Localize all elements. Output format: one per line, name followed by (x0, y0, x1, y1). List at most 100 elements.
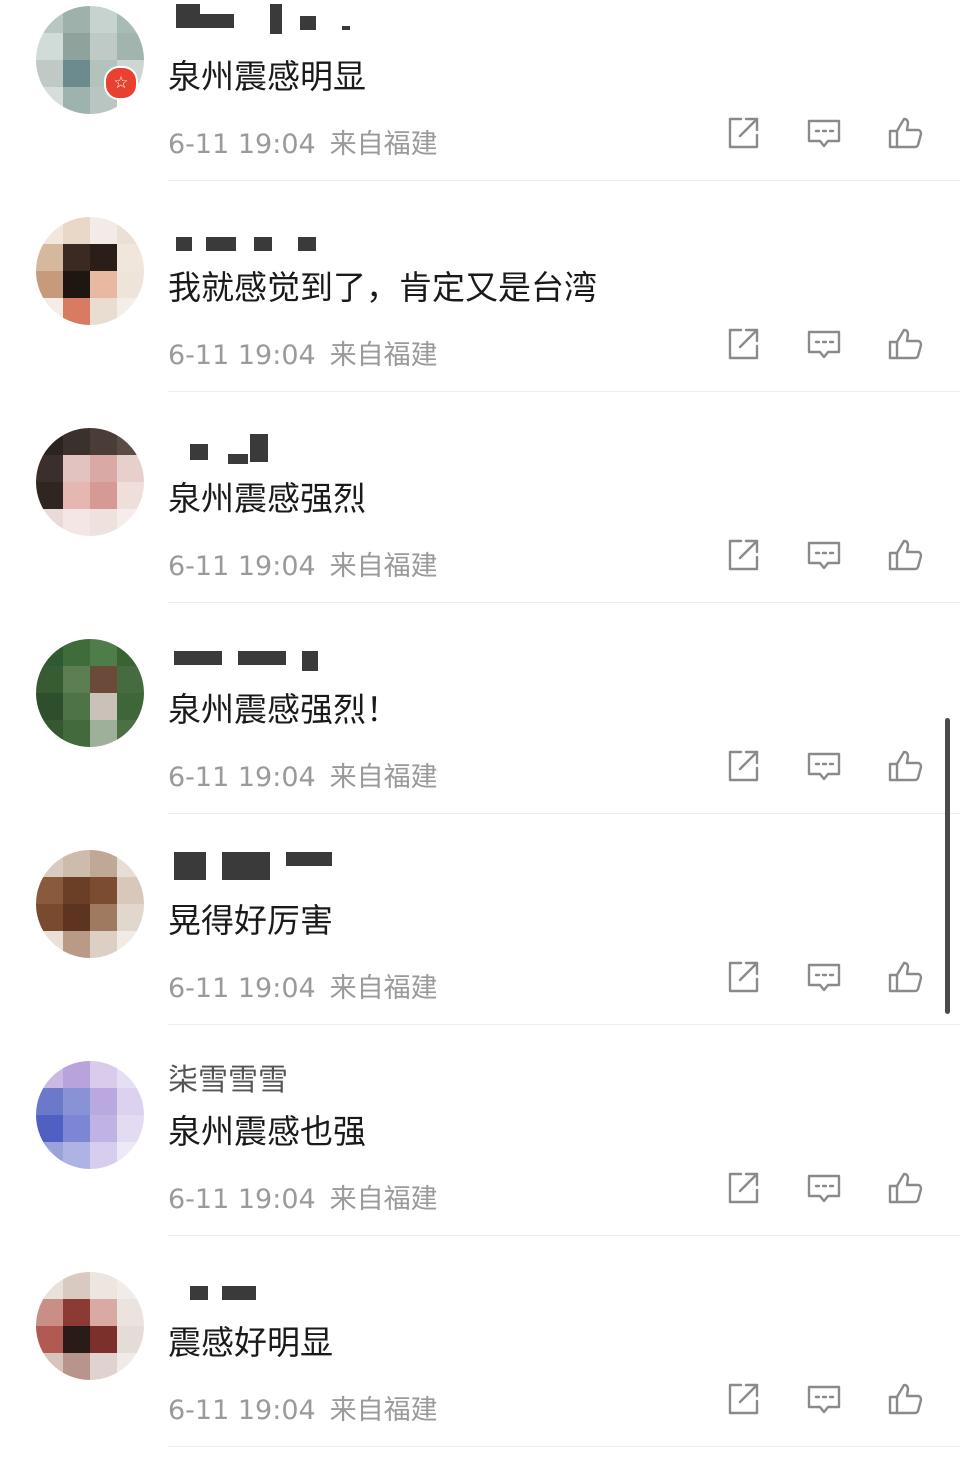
comment-text: 晃得好厉害 (168, 901, 333, 940)
timestamp: 6-11 19:04 (168, 973, 316, 1004)
timestamp: 6-11 19:04 (168, 1184, 316, 1215)
comment-meta: 6-11 19:04 来自福建 (168, 122, 438, 161)
reply-icon (805, 1380, 843, 1418)
comment-meta: 6-11 19:04 来自福建 (168, 755, 438, 794)
location-label: 来自福建 (329, 1184, 438, 1215)
reply-icon (805, 536, 843, 574)
share-icon (724, 536, 762, 574)
share-icon (724, 747, 762, 785)
share-icon (724, 1380, 762, 1418)
avatar[interactable] (36, 1061, 144, 1169)
verified-badge-icon: ☆ (104, 66, 138, 100)
divider (168, 391, 960, 392)
reply-icon (805, 747, 843, 785)
reply-button[interactable] (805, 747, 843, 785)
avatar[interactable] (36, 217, 144, 325)
share-button[interactable] (724, 747, 762, 785)
reply-icon (805, 958, 843, 996)
thumbs-up-icon (886, 747, 924, 785)
divider (168, 602, 960, 603)
comment-text: 我就感觉到了，肯定又是台湾 (168, 268, 597, 307)
comment-actions (724, 536, 924, 576)
reply-button[interactable] (805, 325, 843, 363)
comment-text: 泉州震感明显 (168, 57, 366, 96)
reply-button[interactable] (805, 958, 843, 996)
comment-text: 泉州震感强烈！ (168, 690, 399, 729)
comment-item: ☆ 泉州震感明显 6-11 19:04 来自福建 (0, 0, 960, 211)
comment-meta: 6-11 19:04 来自福建 (168, 1177, 438, 1216)
comment-text: 震感好明显 (168, 1323, 333, 1362)
share-button[interactable] (724, 114, 762, 152)
reply-button[interactable] (805, 114, 843, 152)
thumbs-up-icon (886, 958, 924, 996)
comment-item: 泉州震感强烈 6-11 19:04 来自福建 (0, 422, 960, 633)
divider (168, 1024, 960, 1025)
share-icon (724, 325, 762, 363)
avatar[interactable] (36, 1272, 144, 1380)
comment-meta: 6-11 19:04 来自福建 (168, 1388, 438, 1427)
comment-actions (724, 325, 924, 365)
avatar[interactable] (36, 850, 144, 958)
reply-button[interactable] (805, 1380, 843, 1418)
share-button[interactable] (724, 325, 762, 363)
thumbs-up-icon (886, 114, 924, 152)
thumbs-up-icon (886, 1169, 924, 1207)
divider (168, 1235, 960, 1236)
location-label: 来自福建 (329, 340, 438, 371)
like-button[interactable] (886, 325, 924, 363)
timestamp: 6-11 19:04 (168, 340, 316, 371)
share-icon (724, 1169, 762, 1207)
like-button[interactable] (886, 747, 924, 785)
share-button[interactable] (724, 1380, 762, 1418)
comment-meta: 6-11 19:04 来自福建 (168, 966, 438, 1005)
thumbs-up-icon (886, 536, 924, 574)
comment-text: 泉州震感强烈 (168, 479, 366, 518)
like-button[interactable] (886, 958, 924, 996)
thumbs-up-icon (886, 1380, 924, 1418)
reply-icon (805, 114, 843, 152)
share-button[interactable] (724, 1169, 762, 1207)
comment-actions (724, 747, 924, 787)
comment-meta: 6-11 19:04 来自福建 (168, 333, 438, 372)
location-label: 来自福建 (329, 973, 438, 1004)
comment-item: 柒雪雪雪泉州震感也强 6-11 19:04 来自福建 (0, 1055, 960, 1266)
divider (168, 813, 960, 814)
like-button[interactable] (886, 114, 924, 152)
comment-actions (724, 958, 924, 998)
like-button[interactable] (886, 1380, 924, 1418)
username[interactable]: 柒雪雪雪 (168, 1055, 288, 1099)
reply-icon (805, 1169, 843, 1207)
comment-item: 泉州震感强烈！ 6-11 19:04 来自福建 (0, 633, 960, 844)
comment-actions (724, 1169, 924, 1209)
comment-text: 泉州震感也强 (168, 1112, 366, 1151)
comment-feed: ☆ 泉州震感明显 6-11 19:04 来自福建 我就感觉到了，肯定又是台湾 6-11 1… (0, 0, 960, 1447)
share-icon (724, 958, 762, 996)
timestamp: 6-11 19:04 (168, 1395, 316, 1426)
divider (168, 180, 960, 181)
share-icon (724, 114, 762, 152)
reply-icon (805, 325, 843, 363)
timestamp: 6-11 19:04 (168, 129, 316, 160)
reply-button[interactable] (805, 536, 843, 574)
location-label: 来自福建 (329, 129, 438, 160)
comment-item: 震感好明显 6-11 19:04 来自福建 (0, 1266, 960, 1477)
avatar[interactable] (36, 639, 144, 747)
comment-item: 晃得好厉害 6-11 19:04 来自福建 (0, 844, 960, 1055)
reply-button[interactable] (805, 1169, 843, 1207)
location-label: 来自福建 (329, 762, 438, 793)
share-button[interactable] (724, 958, 762, 996)
divider (168, 1446, 960, 1447)
timestamp: 6-11 19:04 (168, 551, 316, 582)
scrollbar[interactable] (945, 718, 950, 1014)
share-button[interactable] (724, 536, 762, 574)
like-button[interactable] (886, 536, 924, 574)
comment-meta: 6-11 19:04 来自福建 (168, 544, 438, 583)
comment-actions (724, 1380, 924, 1420)
avatar[interactable] (36, 428, 144, 536)
like-button[interactable] (886, 1169, 924, 1207)
location-label: 来自福建 (329, 551, 438, 582)
location-label: 来自福建 (329, 1395, 438, 1426)
comment-actions (724, 114, 924, 154)
comment-item: 我就感觉到了，肯定又是台湾 6-11 19:04 来自福建 (0, 211, 960, 422)
timestamp: 6-11 19:04 (168, 762, 316, 793)
